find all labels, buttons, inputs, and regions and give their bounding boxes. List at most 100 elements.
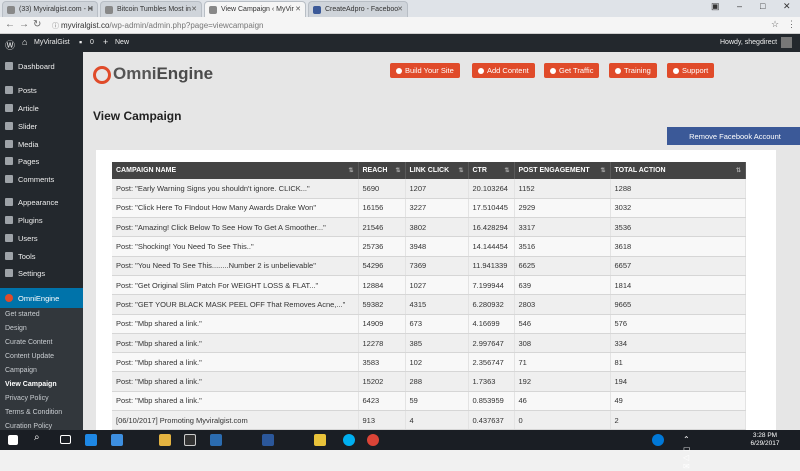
wrench-icon: [5, 252, 13, 260]
add-content-button[interactable]: Add Content: [472, 63, 535, 78]
sidebar-item-plugins[interactable]: Plugins: [0, 212, 83, 228]
howdy-user-link[interactable]: Howdy, shegdirect: [720, 39, 777, 46]
column-header-campaign-name[interactable]: CAMPAIGN NAME ⇅: [112, 162, 359, 179]
sidebar-item-settings[interactable]: Settings: [0, 265, 83, 281]
edge-icon[interactable]: [85, 434, 97, 446]
tab-label: Bitcoin Tumbles Most in: [117, 6, 191, 13]
column-header-ctr[interactable]: CTR ⇅: [468, 162, 515, 179]
sidebar-item-comments[interactable]: Comments: [0, 171, 83, 187]
close-icon[interactable]: ✕: [295, 5, 301, 13]
table-row: Post: "Mbp shared a link." 6423 59 0.853959…: [112, 391, 746, 412]
avatar[interactable]: [781, 37, 792, 48]
windows-start-icon[interactable]: [8, 435, 18, 445]
sidebar-item-pages[interactable]: Pages: [0, 153, 83, 169]
task-view-icon[interactable]: [60, 435, 71, 444]
clock[interactable]: 3:28 PM 6/29/2017: [742, 432, 788, 448]
browser-tab[interactable]: (33) Myviralgist.com - H ✕: [2, 1, 98, 17]
column-header-total-action[interactable]: TOTAL ACTION ⇅: [610, 162, 746, 179]
sticky-notes-icon[interactable]: [314, 434, 326, 446]
sidebar-item-slider[interactable]: Slider: [0, 118, 83, 134]
campaign-table-card: CAMPAIGN NAME ⇅ REACH ⇅ LINK CLICK ⇅ CTR ⇅ P…: [96, 150, 776, 430]
submenu-item-privacy-policy[interactable]: Privacy Policy: [0, 392, 83, 406]
submenu-item-curate-content[interactable]: Curate Content: [0, 336, 83, 350]
close-icon[interactable]: ✕: [87, 5, 93, 13]
logo-text-engine: Engine: [156, 64, 214, 83]
remove-facebook-account-button[interactable]: Remove Facebook Account: [667, 127, 800, 145]
search-icon[interactable]: ⌕: [34, 432, 46, 444]
reload-icon[interactable]: ↻: [33, 19, 41, 30]
table-row: Post: "Mbp shared a link." 12278 385 2.9976…: [112, 333, 746, 354]
table-cell: 1288: [610, 179, 746, 199]
window-close-icon[interactable]: ✕: [783, 1, 791, 12]
user-icon[interactable]: ▣: [711, 1, 720, 12]
bookmark-star-icon[interactable]: ☆: [771, 19, 779, 30]
submenu-item-get-started[interactable]: Get started: [0, 308, 83, 322]
minimize-icon[interactable]: –: [737, 1, 742, 11]
amazon-icon[interactable]: [184, 434, 196, 446]
home-icon[interactable]: ⌂: [22, 37, 27, 47]
column-header-reach[interactable]: REACH ⇅: [358, 162, 406, 179]
chrome-icon[interactable]: [367, 434, 379, 446]
sidebar-item-tools[interactable]: Tools: [0, 248, 83, 264]
browser-tab-active[interactable]: View Campaign ‹ MyVir ✕: [204, 1, 306, 17]
get-traffic-button[interactable]: Get Traffic: [544, 63, 600, 78]
submenu-item-campaign[interactable]: Campaign: [0, 364, 83, 378]
sort-icon[interactable]: ⇅: [600, 167, 605, 174]
sidebar-item-label: Dashboard: [18, 62, 55, 71]
system-tray-icons[interactable]: ⌃ ▭ ◁ ✉: [683, 435, 695, 471]
browser-tab[interactable]: Bitcoin Tumbles Most in ✕: [100, 1, 202, 17]
table-cell: 3032: [610, 198, 746, 219]
new-link[interactable]: New: [115, 39, 129, 46]
table-cell: 59382: [358, 294, 406, 315]
dropbox-icon[interactable]: [111, 434, 123, 446]
forward-icon[interactable]: →: [19, 19, 29, 30]
page-title: View Campaign: [93, 109, 182, 123]
submenu-item-view-campaign[interactable]: View Campaign: [0, 378, 83, 392]
plus-icon[interactable]: +: [103, 37, 108, 47]
support-button[interactable]: Support: [667, 63, 715, 78]
column-header-post-engagement[interactable]: POST ENGAGEMENT ⇅: [514, 162, 611, 179]
comments-icon[interactable]: ▪: [79, 37, 82, 47]
sidebar-item-media[interactable]: Media: [0, 136, 83, 152]
back-icon[interactable]: ←: [5, 19, 15, 30]
sidebar-item-users[interactable]: Users: [0, 230, 83, 246]
table-cell: 1814: [610, 275, 746, 296]
table-cell: 15202: [358, 371, 406, 392]
close-icon[interactable]: ✕: [191, 5, 197, 13]
sidebar-item-posts[interactable]: Posts: [0, 82, 83, 98]
wordpress-icon[interactable]: Ⓦ: [5, 37, 15, 52]
table-cell: 3948: [405, 236, 469, 257]
favicon-icon: [7, 6, 15, 14]
table-cell: 0.853959: [468, 391, 515, 412]
browser-tab[interactable]: CreateAdpro - Faceboo ✕: [308, 1, 408, 17]
site-name-link[interactable]: MyViralGist: [34, 39, 70, 46]
submenu-item-terms[interactable]: Terms & Condition: [0, 406, 83, 420]
tab-label: View Campaign ‹ MyVir: [221, 6, 294, 13]
url-field[interactable]: ⓘ myviralgist.co/wp-admin/admin.php?page…: [52, 19, 772, 32]
sidebar-item-dashboard[interactable]: Dashboard: [0, 58, 83, 74]
table-cell: 673: [405, 314, 469, 334]
sort-icon[interactable]: ⇅: [504, 167, 509, 174]
submenu-item-content-update[interactable]: Content Update: [0, 350, 83, 364]
sidebar-item-omniengine[interactable]: OmniEngine: [0, 288, 83, 308]
submenu-item-design[interactable]: Design: [0, 322, 83, 336]
menu-icon[interactable]: ⋮: [787, 19, 796, 30]
favicon-icon: [209, 6, 217, 14]
column-header-link-click[interactable]: LINK CLICK ⇅: [405, 162, 469, 179]
maximize-icon[interactable]: □: [760, 1, 765, 11]
sidebar-item-article[interactable]: Article: [0, 100, 83, 116]
sort-icon[interactable]: ⇅: [395, 167, 400, 174]
help-icon[interactable]: [652, 434, 664, 446]
file-explorer-icon[interactable]: [159, 434, 171, 446]
build-your-site-button[interactable]: Build Your Site: [390, 63, 460, 78]
training-button[interactable]: Training: [609, 63, 657, 78]
sort-icon[interactable]: ⇅: [348, 167, 353, 174]
word-icon[interactable]: [262, 434, 274, 446]
sort-icon[interactable]: ⇅: [736, 167, 741, 174]
sidebar-item-appearance[interactable]: Appearance: [0, 194, 83, 210]
skype-icon[interactable]: [343, 434, 355, 446]
media-app-icon[interactable]: [210, 434, 222, 446]
submenu-item-curation-policy[interactable]: Curation Policy: [0, 420, 83, 430]
close-icon[interactable]: ✕: [397, 5, 403, 13]
sort-icon[interactable]: ⇅: [458, 167, 463, 174]
